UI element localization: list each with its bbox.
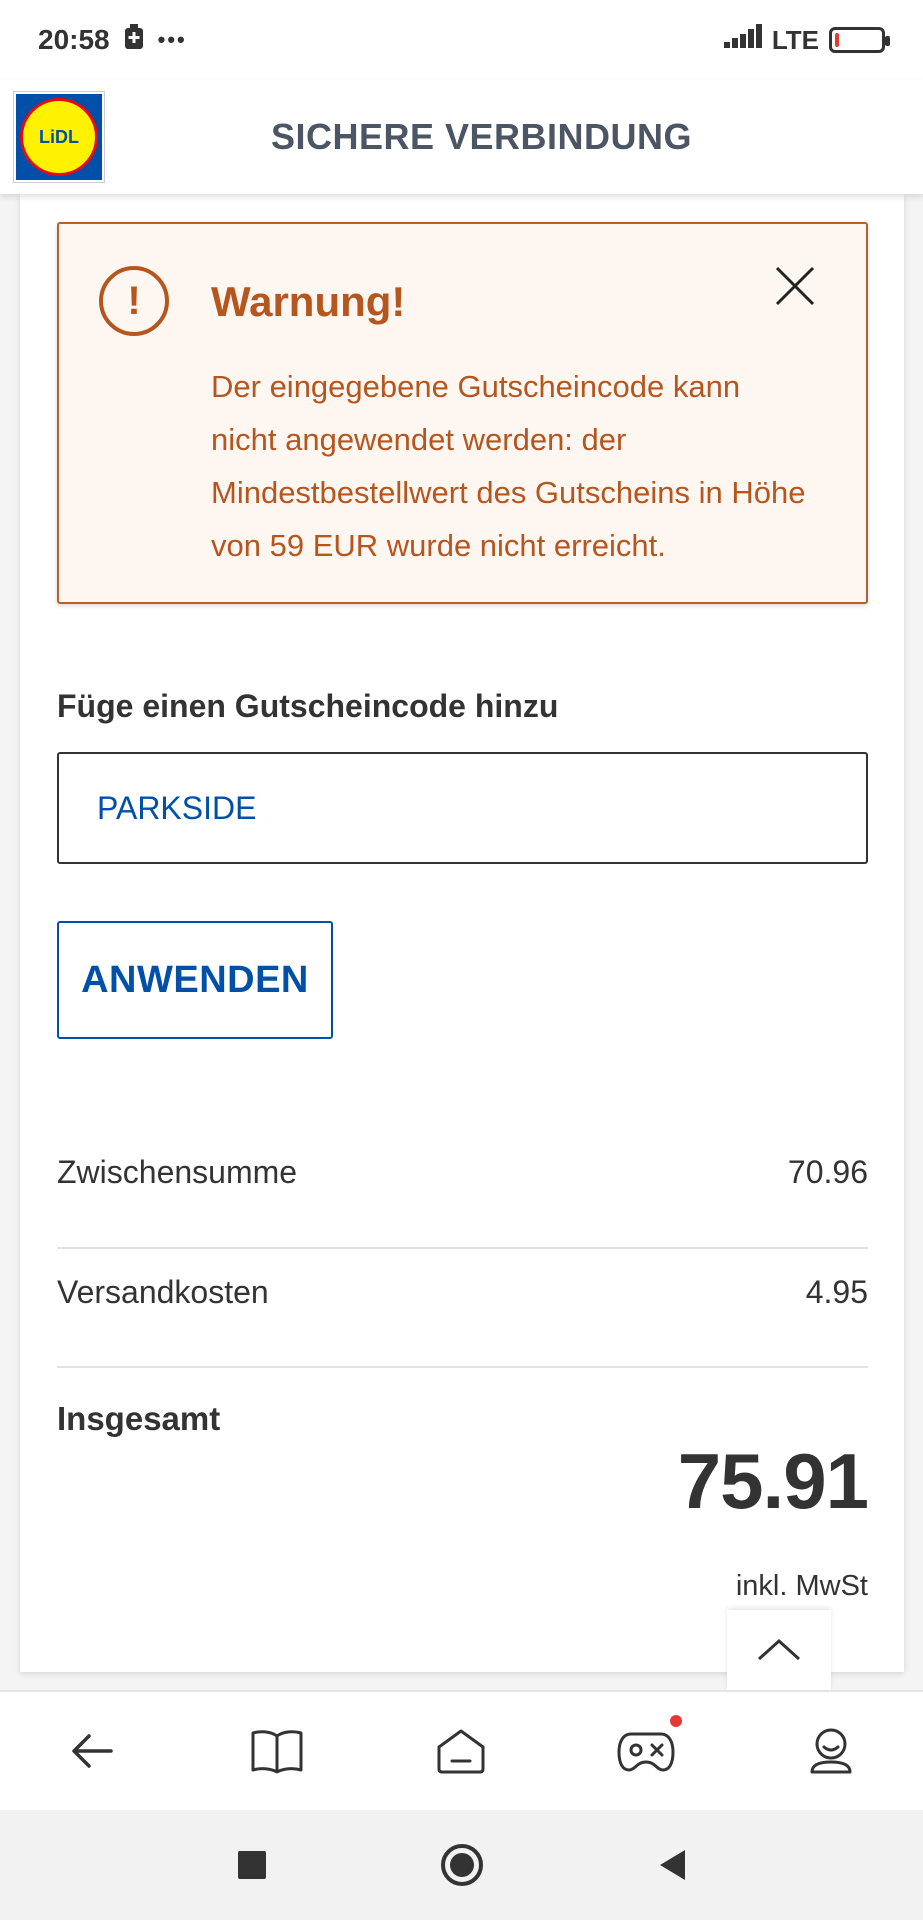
- subtotal-label: Zwischensumme: [57, 1154, 298, 1190]
- checkout-card: ! Warnung! Der eingegebene Gutscheincode…: [20, 194, 904, 1672]
- subtotal-row: Zwischensumme 70.96: [57, 1154, 868, 1191]
- page-title: SICHERE VERBINDUNG: [270, 116, 693, 157]
- close-warning-button[interactable]: [773, 264, 817, 308]
- system-home-button[interactable]: [432, 1835, 492, 1895]
- coupon-label: Füge einen Gutscheincode hinzu: [57, 688, 559, 724]
- user-icon: [810, 1728, 852, 1774]
- circle-icon: [440, 1844, 483, 1886]
- network-type: LTE: [771, 24, 819, 55]
- scroll-to-top-button[interactable]: [727, 1610, 831, 1690]
- warning-message: Der eingegebene Gutscheincode kann nicht…: [211, 369, 806, 563]
- shipping-row: Versandkosten 4.95: [57, 1274, 868, 1311]
- shipping-label: Versandkosten: [57, 1274, 269, 1310]
- app-header: LiDL SICHERE VERBINDUNG: [0, 80, 923, 194]
- back-arrow-icon: [72, 1734, 114, 1768]
- notification-dot: [670, 1715, 683, 1727]
- triangle-back-icon: [659, 1850, 685, 1880]
- warning-alert: ! Warnung! Der eingegebene Gutscheincode…: [57, 222, 868, 604]
- gamepad-icon: [617, 1732, 675, 1772]
- status-time: 20:58: [38, 24, 110, 55]
- exclamation-icon: !: [99, 266, 169, 336]
- signal-icon: [723, 23, 762, 57]
- app-screen: 20:58 ••• LTE LiDL SICHERE VERBINDUNG ! …: [0, 0, 923, 1920]
- nav-account-button[interactable]: [781, 1701, 881, 1801]
- status-right: LTE: [723, 23, 890, 57]
- nav-catalog-button[interactable]: [227, 1701, 327, 1801]
- subtotal-value: 70.96: [787, 1154, 868, 1190]
- nav-back-button[interactable]: [42, 1701, 142, 1801]
- apply-coupon-button[interactable]: ANWENDEN: [57, 921, 333, 1039]
- home-icon: [437, 1729, 485, 1774]
- square-icon: [237, 1851, 266, 1879]
- recent-apps-button[interactable]: [222, 1835, 282, 1895]
- chevron-up-icon: [757, 1638, 801, 1661]
- book-icon: [251, 1730, 303, 1774]
- divider: [57, 1247, 868, 1249]
- close-icon: [775, 266, 815, 306]
- total-value: 75.91: [677, 1437, 869, 1525]
- status-left: 20:58 •••: [38, 23, 187, 57]
- warning-title: Warnung!: [211, 278, 406, 325]
- system-back-button[interactable]: [642, 1835, 702, 1895]
- status-more-dots: •••: [157, 27, 187, 52]
- nav-home-button[interactable]: [411, 1701, 511, 1801]
- vat-note: inkl. MwSt: [735, 1570, 868, 1602]
- nav-games-button[interactable]: [596, 1701, 696, 1801]
- divider: [57, 1366, 868, 1368]
- battery-icon: [829, 27, 890, 53]
- coupon-code-input[interactable]: [57, 752, 868, 864]
- status-bar: 20:58 ••• LTE: [0, 0, 923, 80]
- total-label: Insgesamt: [57, 1400, 221, 1437]
- system-navigation-bar: [0, 1810, 923, 1920]
- battery-saver-icon: [124, 23, 144, 57]
- bottom-navigation: [0, 1690, 923, 1810]
- shipping-value: 4.95: [805, 1274, 868, 1310]
